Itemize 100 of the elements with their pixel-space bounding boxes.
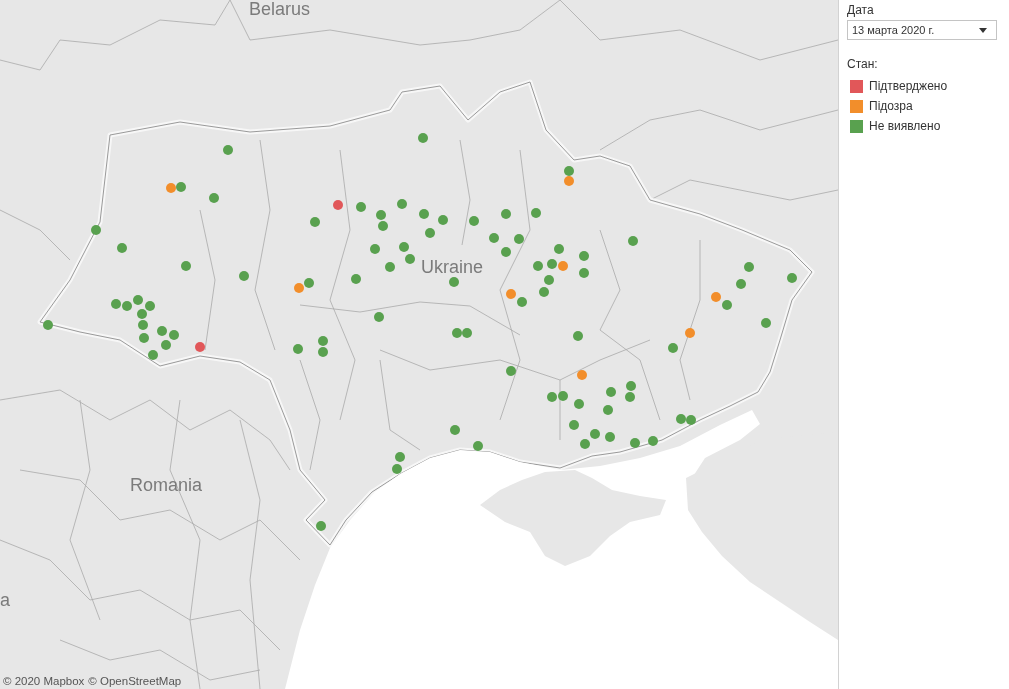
status-dot-icon[interactable] — [579, 268, 589, 278]
status-dot-icon[interactable] — [558, 391, 568, 401]
status-dot-icon[interactable] — [577, 370, 587, 380]
status-dot-icon[interactable] — [579, 251, 589, 261]
status-dot-icon[interactable] — [573, 331, 583, 341]
status-dot-icon[interactable] — [161, 340, 171, 350]
status-dot-icon[interactable] — [736, 279, 746, 289]
status-dot-icon[interactable] — [138, 320, 148, 330]
status-dot-icon[interactable] — [293, 344, 303, 354]
status-dot-icon[interactable] — [590, 429, 600, 439]
attribution-link[interactable]: © OpenStreetMap — [88, 674, 182, 688]
status-dot-icon[interactable] — [547, 259, 557, 269]
status-dot-icon[interactable] — [395, 452, 405, 462]
status-dot-icon[interactable] — [157, 326, 167, 336]
status-dot-icon[interactable] — [351, 274, 361, 284]
status-dot-icon[interactable] — [668, 343, 678, 353]
status-dot-icon[interactable] — [686, 415, 696, 425]
status-dot-icon[interactable] — [169, 330, 179, 340]
status-dot-icon[interactable] — [569, 420, 579, 430]
status-dot-icon[interactable] — [166, 183, 176, 193]
status-dot-icon[interactable] — [514, 234, 524, 244]
legend-label[interactable]: Не виявлено — [869, 119, 941, 133]
status-dot-icon[interactable] — [304, 278, 314, 288]
status-dot-icon[interactable] — [606, 387, 616, 397]
status-dot-icon[interactable] — [418, 133, 428, 143]
status-dot-icon[interactable] — [209, 193, 219, 203]
status-dot-icon[interactable] — [547, 392, 557, 402]
status-dot-icon[interactable] — [419, 209, 429, 219]
status-dot-icon[interactable] — [630, 438, 640, 448]
status-dot-icon[interactable] — [399, 242, 409, 252]
date-dropdown[interactable]: 13 марта 2020 г. — [847, 20, 997, 40]
status-dot-icon[interactable] — [117, 243, 127, 253]
status-dot-icon[interactable] — [378, 221, 388, 231]
status-dot-icon[interactable] — [722, 300, 732, 310]
status-dot-icon[interactable] — [564, 166, 574, 176]
status-dot-icon[interactable] — [139, 333, 149, 343]
status-dot-icon[interactable] — [506, 289, 516, 299]
status-dot-icon[interactable] — [239, 271, 249, 281]
status-dot-icon[interactable] — [531, 208, 541, 218]
status-dot-icon[interactable] — [450, 425, 460, 435]
status-dot-icon[interactable] — [122, 301, 132, 311]
status-dot-icon[interactable] — [787, 273, 797, 283]
status-dot-icon[interactable] — [397, 199, 407, 209]
legend-label[interactable]: Підтверджено — [869, 79, 948, 93]
status-dot-icon[interactable] — [370, 244, 380, 254]
status-dot-icon[interactable] — [376, 210, 386, 220]
status-dot-icon[interactable] — [43, 320, 53, 330]
status-dot-icon[interactable] — [294, 283, 304, 293]
status-dot-icon[interactable] — [506, 366, 516, 376]
status-dot-icon[interactable] — [761, 318, 771, 328]
status-dot-icon[interactable] — [425, 228, 435, 238]
status-dot-icon[interactable] — [554, 244, 564, 254]
legend-label[interactable]: Підозра — [869, 99, 913, 113]
status-dot-icon[interactable] — [91, 225, 101, 235]
status-dot-icon[interactable] — [676, 414, 686, 424]
status-dot-icon[interactable] — [452, 328, 462, 338]
status-dot-icon[interactable] — [137, 309, 147, 319]
status-dot-icon[interactable] — [462, 328, 472, 338]
status-dot-icon[interactable] — [318, 347, 328, 357]
status-dot-icon[interactable] — [385, 262, 395, 272]
status-dot-icon[interactable] — [574, 399, 584, 409]
status-dot-icon[interactable] — [517, 297, 527, 307]
status-dot-icon[interactable] — [405, 254, 415, 264]
status-dot-icon[interactable] — [605, 432, 615, 442]
status-dot-icon[interactable] — [648, 436, 658, 446]
status-dot-icon[interactable] — [626, 381, 636, 391]
status-dot-icon[interactable] — [133, 295, 143, 305]
status-dot-icon[interactable] — [148, 350, 158, 360]
status-dot-icon[interactable] — [580, 439, 590, 449]
status-dot-icon[interactable] — [316, 521, 326, 531]
status-dot-icon[interactable] — [685, 328, 695, 338]
status-dot-icon[interactable] — [473, 441, 483, 451]
status-dot-icon[interactable] — [628, 236, 638, 246]
status-dot-icon[interactable] — [533, 261, 543, 271]
status-dot-icon[interactable] — [489, 233, 499, 243]
status-dot-icon[interactable] — [501, 209, 511, 219]
status-dot-icon[interactable] — [449, 277, 459, 287]
status-dot-icon[interactable] — [195, 342, 205, 352]
status-dot-icon[interactable] — [603, 405, 613, 415]
status-dot-icon[interactable] — [374, 312, 384, 322]
status-dot-icon[interactable] — [625, 392, 635, 402]
status-dot-icon[interactable] — [558, 261, 568, 271]
status-dot-icon[interactable] — [744, 262, 754, 272]
status-dot-icon[interactable] — [111, 299, 121, 309]
status-dot-icon[interactable] — [356, 202, 366, 212]
status-dot-icon[interactable] — [318, 336, 328, 346]
status-dot-icon[interactable] — [438, 215, 448, 225]
status-dot-icon[interactable] — [711, 292, 721, 302]
status-dot-icon[interactable] — [544, 275, 554, 285]
status-dot-icon[interactable] — [310, 217, 320, 227]
status-dot-icon[interactable] — [333, 200, 343, 210]
status-dot-icon[interactable] — [223, 145, 233, 155]
status-dot-icon[interactable] — [501, 247, 511, 257]
status-dot-icon[interactable] — [392, 464, 402, 474]
status-dot-icon[interactable] — [539, 287, 549, 297]
status-dot-icon[interactable] — [181, 261, 191, 271]
attribution-link[interactable]: © 2020 Mapbox — [3, 674, 85, 688]
status-dot-icon[interactable] — [469, 216, 479, 226]
status-dot-icon[interactable] — [176, 182, 186, 192]
status-dot-icon[interactable] — [564, 176, 574, 186]
